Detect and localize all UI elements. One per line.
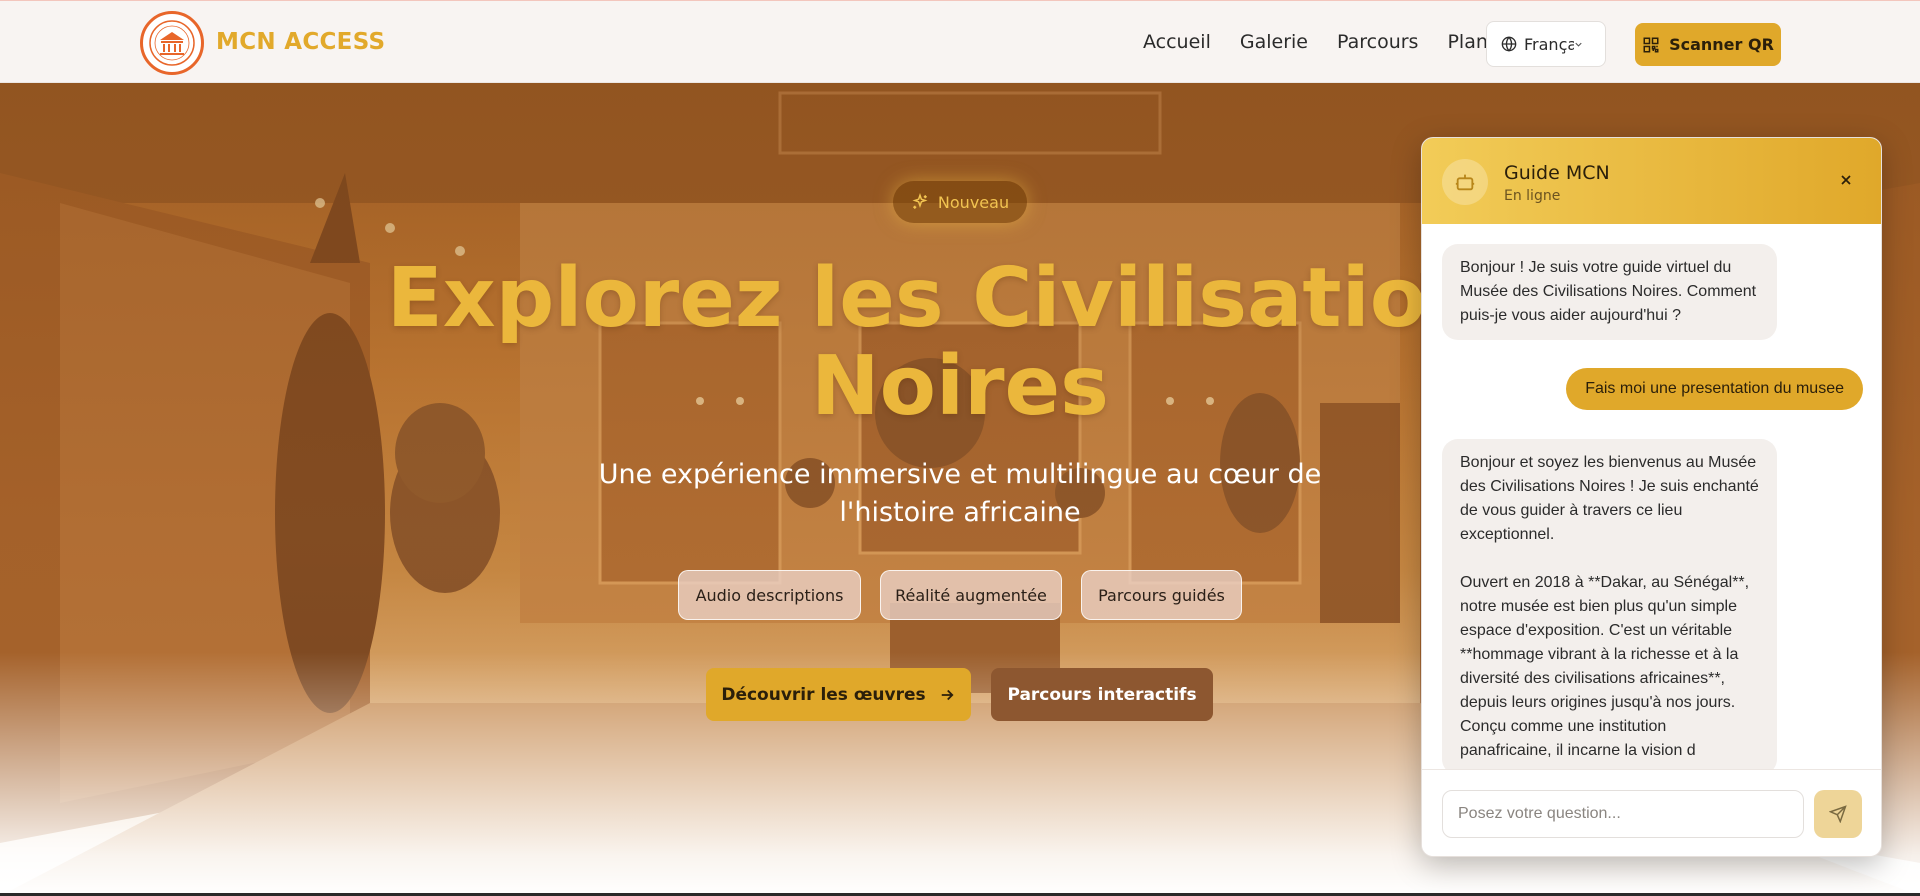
chevron-down-icon (1575, 42, 1582, 47)
museum-seal-logo[interactable] (140, 11, 204, 75)
chat-header: Guide MCN En ligne (1422, 138, 1881, 224)
chat-question-input[interactable] (1442, 790, 1804, 838)
send-icon (1829, 805, 1847, 823)
bot-message: Bonjour ! Je suis votre guide virtuel du… (1442, 244, 1777, 340)
language-label: Françai (1524, 34, 1574, 54)
bot-message: Bonjour et soyez les bienvenus au Musée … (1442, 439, 1777, 769)
close-chat-button[interactable] (1832, 166, 1860, 194)
feature-pill-ar[interactable]: Réalité augmentée (880, 570, 1062, 620)
feature-pill-guided[interactable]: Parcours guidés (1081, 570, 1242, 620)
chat-messages[interactable]: Bonjour ! Je suis votre guide virtuel du… (1422, 224, 1881, 769)
qr-code-icon (1643, 37, 1659, 52)
scan-qr-label: Scanner QR (1669, 35, 1774, 54)
chat-status: En ligne (1504, 188, 1561, 204)
chat-footer (1422, 769, 1881, 856)
user-message: Fais moi une presentation du musee (1566, 368, 1863, 410)
discover-artworks-button[interactable]: Découvrir les œuvres (706, 668, 971, 721)
chat-title: Guide MCN (1504, 162, 1610, 184)
new-badge-label: Nouveau (937, 192, 1010, 212)
scan-qr-button[interactable]: Scanner QR (1635, 23, 1781, 66)
chat-assistant-panel: Guide MCN En ligne Bonjour ! Je suis vot… (1421, 137, 1882, 857)
nav-link-parcours[interactable]: Parcours (1337, 31, 1418, 53)
bot-avatar (1442, 159, 1488, 205)
discover-artworks-label: Découvrir les œuvres (721, 684, 926, 705)
nav-link-galerie[interactable]: Galerie (1240, 31, 1308, 53)
hero-subtitle: Une expérience immersive et multilingue … (598, 459, 1322, 528)
globe-icon (1501, 36, 1517, 52)
language-selector[interactable]: Françai (1486, 21, 1606, 67)
sparkles-icon (912, 193, 928, 209)
feature-pill-audio[interactable]: Audio descriptions (678, 570, 861, 620)
nav-link-plan[interactable]: Plan (1447, 31, 1487, 53)
arrow-right-icon (941, 689, 954, 700)
main-nav: Accueil Galerie Parcours Plan (1143, 31, 1517, 53)
museum-building-icon (149, 20, 195, 66)
top-navbar: MCN ACCESS Accueil Galerie Parcours Plan… (0, 0, 1920, 83)
close-icon (1841, 175, 1851, 185)
bot-icon (1455, 174, 1475, 191)
interactive-tours-button[interactable]: Parcours interactifs (991, 668, 1213, 721)
send-button[interactable] (1814, 790, 1862, 838)
nav-link-accueil[interactable]: Accueil (1143, 31, 1211, 53)
brand-name[interactable]: MCN ACCESS (216, 29, 385, 55)
new-badge: Nouveau (893, 181, 1027, 223)
